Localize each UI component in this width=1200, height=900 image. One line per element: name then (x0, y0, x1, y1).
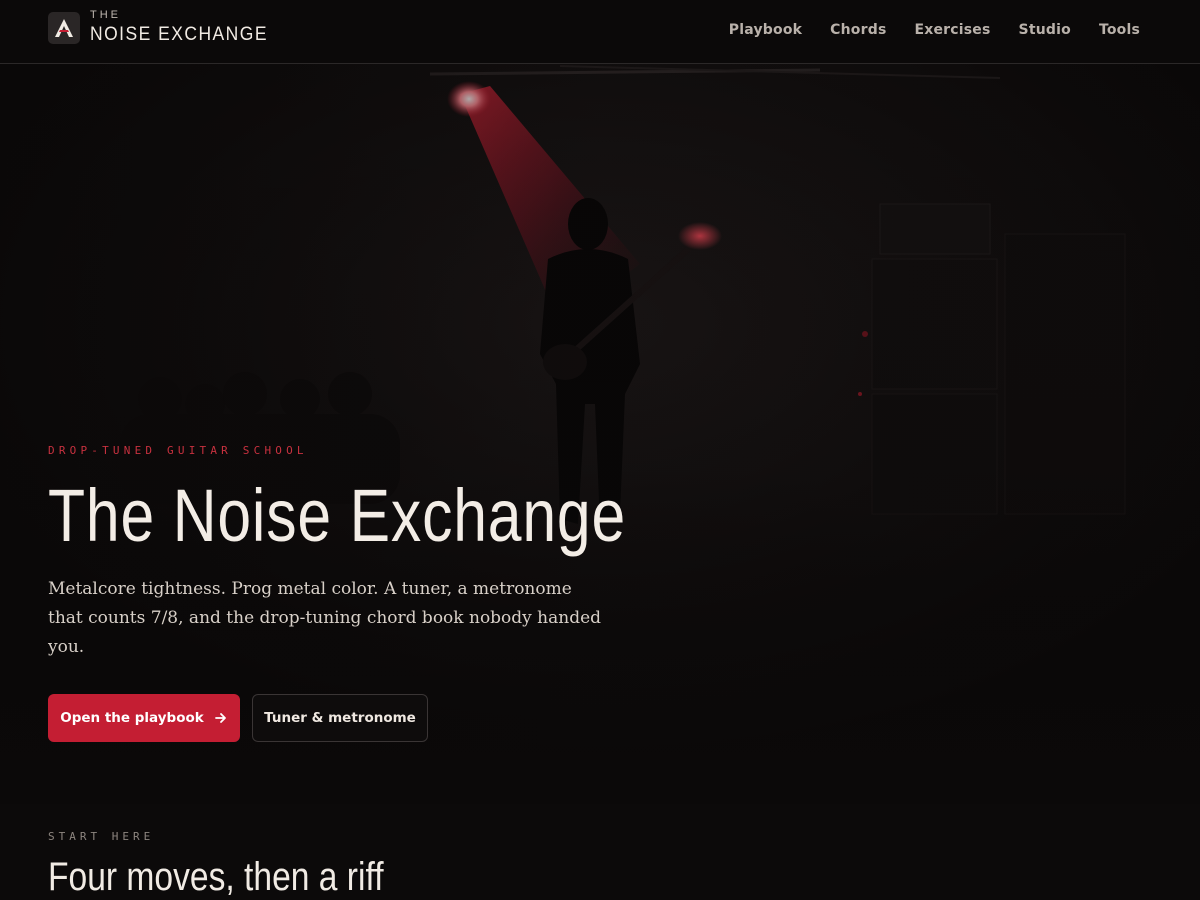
brand-wordmark: THE NOISE EXCHANGE (90, 9, 283, 45)
section-eyebrow: START HERE (48, 830, 155, 843)
start-here-section: START HERE Four moves, then a riff (48, 830, 447, 900)
hero-subtitle: Metalcore tightness. Prog metal color. A… (48, 579, 602, 657)
nav-link-chords[interactable]: Chords (830, 22, 886, 38)
logo-icon (48, 11, 80, 44)
nav-link-exercises[interactable]: Exercises (914, 22, 990, 38)
site-header: THE NOISE EXCHANGE Playbook Chords Exerc… (0, 0, 1200, 64)
arrow-right-icon (214, 711, 228, 725)
hero-eyebrow: DROP-TUNED GUITAR SCHOOL (48, 444, 308, 457)
section-title: Four moves, then a riff (48, 855, 384, 899)
hero-title: The Noise Exchange (48, 474, 627, 557)
open-playbook-button[interactable]: Open the playbook (48, 694, 240, 742)
brand-logo-link[interactable]: THE NOISE EXCHANGE (48, 9, 283, 45)
hero-content: DROP-TUNED GUITAR SCHOOL The Noise Excha… (48, 444, 688, 742)
main-nav: Playbook Chords Exercises Studio Tools (701, 22, 1140, 38)
nav-link-tools[interactable]: Tools (1099, 22, 1140, 38)
tuner-metronome-label: Tuner & metronome (264, 710, 416, 726)
nav-link-studio[interactable]: Studio (1019, 22, 1071, 38)
nav-link-playbook[interactable]: Playbook (729, 22, 802, 38)
tuner-metronome-button[interactable]: Tuner & metronome (252, 694, 428, 742)
open-playbook-label: Open the playbook (60, 710, 204, 726)
hero-section: DROP-TUNED GUITAR SCHOOL The Noise Excha… (0, 64, 1200, 804)
brand-small-text: THE (90, 9, 121, 21)
brand-name-text: NOISE EXCHANGE (90, 24, 268, 45)
hero-cta-group: Open the playbook Tuner & metronome (48, 694, 688, 742)
